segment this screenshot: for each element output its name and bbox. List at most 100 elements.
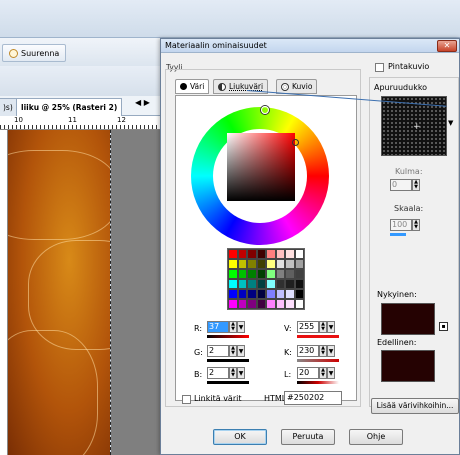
angle-input[interactable]: 0 — [390, 179, 412, 191]
color-swatch[interactable] — [237, 289, 247, 299]
hue-picker-handle[interactable] — [261, 106, 269, 114]
color-swatch[interactable] — [266, 279, 276, 289]
color-swatch[interactable] — [256, 269, 266, 279]
g-slider-bar[interactable] — [207, 359, 249, 362]
color-swatch[interactable] — [228, 279, 238, 289]
spin-arrows-icon[interactable]: ▲ ▼ — [319, 367, 327, 379]
tab-scroll-arrows[interactable]: ◀ ▶ — [135, 98, 150, 107]
angle-spinner[interactable]: 0 ▲ ▼ — [390, 179, 420, 192]
color-swatch[interactable] — [237, 299, 247, 309]
color-swatch[interactable] — [275, 289, 285, 299]
b-spinner[interactable]: 2 ▲ ▼ ▼ — [207, 367, 245, 380]
l-slider-bar[interactable] — [297, 381, 339, 384]
spin-arrows-icon[interactable]: ▲ ▼ — [412, 179, 420, 191]
tab-color[interactable]: Väri — [175, 79, 210, 94]
color-swatch[interactable] — [228, 299, 238, 309]
spin-arrows-icon[interactable]: ▲ ▼ — [229, 345, 237, 357]
color-swatch[interactable] — [266, 299, 276, 309]
color-swatch[interactable] — [285, 249, 295, 259]
g-spinner[interactable]: 2 ▲ ▼ ▼ — [207, 345, 245, 358]
color-swatch[interactable] — [294, 259, 304, 269]
saturation-lightness-box[interactable] — [227, 133, 295, 201]
color-swatch[interactable] — [266, 289, 276, 299]
k-input[interactable]: 230 — [297, 345, 319, 357]
k-spinner[interactable]: 230 ▲ ▼ ▼ — [297, 345, 335, 358]
color-swatch[interactable] — [237, 279, 247, 289]
color-swatch[interactable] — [247, 259, 257, 269]
color-swatch[interactable] — [285, 279, 295, 289]
color-swatch[interactable] — [275, 279, 285, 289]
saturation-picker-handle[interactable] — [292, 139, 299, 146]
color-swatch[interactable] — [275, 269, 285, 279]
dropdown-arrow-icon[interactable]: ▼ — [327, 321, 335, 333]
dropdown-arrow-icon[interactable]: ▼ — [327, 367, 335, 379]
color-swatch[interactable] — [285, 269, 295, 279]
color-swatch[interactable] — [256, 299, 266, 309]
add-to-swatches-button[interactable]: Lisää värivihkoihin... — [371, 398, 459, 414]
dropdown-arrow-icon[interactable]: ▼ — [448, 119, 453, 127]
l-spinner[interactable]: 20 ▲ ▼ ▼ — [297, 367, 335, 380]
color-swatch[interactable] — [285, 299, 295, 309]
color-swatch[interactable] — [275, 259, 285, 269]
html-color-input[interactable]: #250202 — [284, 391, 342, 405]
b-slider-bar[interactable] — [207, 381, 249, 384]
color-swatch[interactable] — [237, 269, 247, 279]
color-swatch[interactable] — [266, 249, 276, 259]
k-slider-bar[interactable] — [297, 359, 339, 362]
color-swatch[interactable] — [294, 279, 304, 289]
color-swatch[interactable] — [266, 269, 276, 279]
r-spinner[interactable]: 37 ▲ ▼ ▼ — [207, 321, 245, 334]
color-swatch[interactable] — [247, 249, 257, 259]
color-swatch[interactable] — [228, 249, 238, 259]
tab-pattern[interactable]: Kuvio — [276, 79, 318, 94]
color-swatch[interactable] — [294, 299, 304, 309]
color-swatch[interactable] — [247, 279, 257, 289]
color-swatch[interactable] — [275, 249, 285, 259]
color-swatch[interactable] — [294, 249, 304, 259]
color-swatch[interactable] — [275, 299, 285, 309]
color-swatch[interactable] — [228, 289, 238, 299]
spin-arrows-icon[interactable]: ▲ ▼ — [319, 345, 327, 357]
color-swatch[interactable] — [256, 289, 266, 299]
color-swatch[interactable] — [294, 269, 304, 279]
r-input[interactable]: 37 — [207, 321, 229, 333]
scale-spinner[interactable]: 100 ▲ ▼ — [390, 219, 420, 232]
spin-arrows-icon[interactable]: ▲ ▼ — [229, 367, 237, 379]
spin-arrows-icon[interactable]: ▲ ▼ — [412, 219, 420, 231]
close-button[interactable]: ✕ — [437, 40, 457, 52]
document-tab-active[interactable]: liiku @ 25% (Rasteri 2) — [16, 98, 123, 116]
color-swatch[interactable] — [285, 289, 295, 299]
v-slider-bar[interactable] — [297, 335, 339, 338]
color-swatch[interactable] — [228, 259, 238, 269]
previous-color-swatch[interactable] — [381, 350, 435, 382]
scale-input[interactable]: 100 — [390, 219, 412, 231]
swap-color-icon[interactable]: ▪ — [439, 322, 448, 331]
r-slider-bar[interactable] — [207, 335, 249, 338]
texture-checkbox[interactable] — [375, 63, 384, 72]
color-swatch[interactable] — [266, 259, 276, 269]
color-swatch[interactable] — [256, 279, 266, 289]
image-canvas[interactable] — [8, 130, 110, 455]
link-colors-checkbox[interactable] — [182, 395, 191, 404]
color-swatch[interactable] — [237, 259, 247, 269]
dropdown-arrow-icon[interactable]: ▼ — [237, 367, 245, 379]
spin-arrows-icon[interactable]: ▲ ▼ — [229, 321, 237, 333]
zoom-button[interactable]: Suurenna — [2, 44, 67, 62]
b-input[interactable]: 2 — [207, 367, 229, 379]
g-input[interactable]: 2 — [207, 345, 229, 357]
color-swatch[interactable] — [256, 249, 266, 259]
color-swatch[interactable] — [256, 259, 266, 269]
ok-button[interactable]: OK — [213, 429, 267, 445]
v-spinner[interactable]: 255 ▲ ▼ ▼ — [297, 321, 335, 334]
l-input[interactable]: 20 — [297, 367, 319, 379]
color-swatch[interactable] — [247, 269, 257, 279]
color-swatch[interactable] — [294, 289, 304, 299]
dropdown-arrow-icon[interactable]: ▼ — [237, 321, 245, 333]
scale-slider-bar[interactable] — [390, 233, 406, 236]
v-input[interactable]: 255 — [297, 321, 319, 333]
dropdown-arrow-icon[interactable]: ▼ — [237, 345, 245, 357]
spin-arrows-icon[interactable]: ▲ ▼ — [319, 321, 327, 333]
color-swatch[interactable] — [247, 289, 257, 299]
dropdown-arrow-icon[interactable]: ▼ — [327, 345, 335, 357]
color-swatch[interactable] — [237, 249, 247, 259]
